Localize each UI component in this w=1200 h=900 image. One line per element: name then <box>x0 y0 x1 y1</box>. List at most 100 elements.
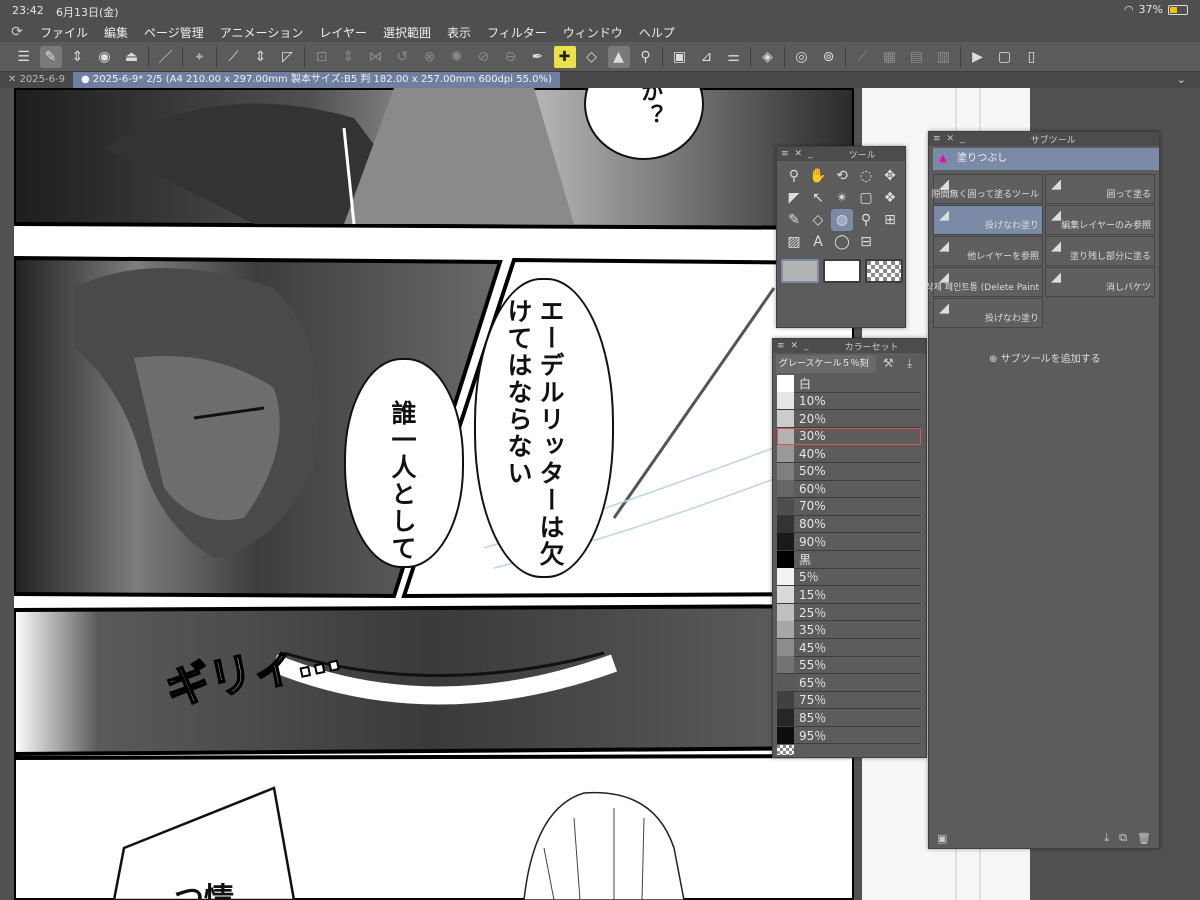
menu-icon[interactable]: ≡ <box>933 134 941 144</box>
color-row[interactable]: 10% <box>777 392 921 411</box>
balloon-tool-icon[interactable]: ◯ <box>831 231 853 253</box>
color-set-select[interactable]: グレースケール５％刻み <box>776 355 876 387</box>
pattern-icon[interactable]: ❖ <box>879 187 901 209</box>
flip-icon[interactable]: ⋈ <box>365 46 387 68</box>
color-row[interactable]: 白 <box>777 374 921 393</box>
updown-icon[interactable]: ⇕ <box>338 46 360 68</box>
menu-file[interactable]: ファイル <box>34 24 98 41</box>
color-row[interactable]: 15％ <box>777 585 921 604</box>
color-row[interactable]: 50% <box>777 462 921 481</box>
menu-icon[interactable]: ≡ <box>777 341 785 351</box>
sub-tool-item[interactable]: ◢ 삭제 페인트통 (Delete Paint <box>925 267 1043 297</box>
zoom-icon[interactable]: ⚲ <box>783 165 805 187</box>
main-color-swatch[interactable] <box>781 259 819 283</box>
transparent-color-swatch[interactable] <box>865 259 903 283</box>
wrench-icon[interactable]: ⚒ <box>883 356 894 370</box>
settings-icon[interactable]: ▣ <box>937 832 947 845</box>
gradient-tool-icon[interactable]: ▨ <box>783 231 805 253</box>
move-icon[interactable]: ✥ <box>879 165 901 187</box>
sub-tool-item[interactable]: ◢ 投げなわ塗り <box>933 205 1043 235</box>
sub-tool-item[interactable]: ◢ 投げなわ塗り <box>933 298 1043 328</box>
color-row[interactable]: 95％ <box>777 726 921 745</box>
color-row[interactable]: 75％ <box>777 691 921 710</box>
transparent-chip[interactable] <box>777 745 794 755</box>
quick-access-icon[interactable]: ◎ <box>791 46 813 68</box>
menu-filter[interactable]: フィルター <box>481 24 557 41</box>
pen-tool-icon[interactable]: ✎ <box>783 209 805 231</box>
color-row[interactable]: 55％ <box>777 656 921 675</box>
sub-color-swatch[interactable] <box>823 259 861 283</box>
fill-selection-icon[interactable]: ✚ <box>553 45 576 68</box>
duplicate-icon[interactable]: ⧉ <box>1119 831 1127 845</box>
brush-icon[interactable]: ／ <box>155 46 177 68</box>
minimize-icon[interactable]: _ <box>804 341 809 351</box>
color-row[interactable]: 85％ <box>777 709 921 727</box>
tab-document-2[interactable]: ● 2025-6-9* 2/5 (A4 210.00 x 297.00mm 製本… <box>72 72 560 88</box>
tab-document-1[interactable]: ✕ 2025-6-9 <box>0 72 73 88</box>
link-icon[interactable]: ⊘ <box>473 46 495 68</box>
updown-icon[interactable]: ⇕ <box>67 46 89 68</box>
triangle-icon[interactable]: ◸ <box>277 46 299 68</box>
text-tool-icon[interactable]: A <box>807 231 829 253</box>
sub-tool-item[interactable]: ◢ 隙間無く囲って塗るツール <box>932 174 1043 204</box>
rect-select-icon[interactable]: ▢ <box>855 187 877 209</box>
eyedropper-icon[interactable]: ⚲ <box>635 46 657 68</box>
rotate-view-icon[interactable]: ⟲ <box>831 165 853 187</box>
operation-icon[interactable]: ◤ <box>783 187 805 209</box>
close-icon[interactable]: ✕ <box>791 341 799 351</box>
close-icon[interactable]: ✕ <box>947 134 955 144</box>
window-icon[interactable]: ▢ <box>994 46 1016 68</box>
color-row[interactable]: 60％ <box>777 480 921 499</box>
menu-view[interactable]: 表示 <box>441 24 481 41</box>
assets-icon[interactable]: ⊚ <box>818 46 840 68</box>
edit-mode-icon[interactable]: ✎ <box>39 45 62 68</box>
eraser-icon[interactable]: ◇ <box>581 46 603 68</box>
menu-help[interactable]: ヘルプ <box>633 24 685 41</box>
color-row[interactable]: 90％ <box>777 533 921 551</box>
frame2-icon[interactable]: ▤ <box>906 46 928 68</box>
object-select-icon[interactable]: ↖ <box>807 187 829 209</box>
import-icon[interactable]: ⤓ <box>907 356 912 371</box>
trash-icon[interactable]: 🗑 <box>1137 832 1151 845</box>
color-row[interactable]: 5％ <box>777 568 921 587</box>
clear-icon[interactable]: ⊖ <box>500 46 522 68</box>
transform-icon[interactable]: ⟋ <box>223 46 245 68</box>
color-row[interactable]: 30% <box>777 427 921 446</box>
import-icon[interactable]: ⤓ <box>1104 831 1109 845</box>
paint-bucket-icon[interactable]: ▲ <box>607 45 630 68</box>
record-icon[interactable]: ◉ <box>94 46 116 68</box>
loading-icon[interactable]: ✺ <box>446 46 468 68</box>
pen-icon[interactable]: ✒ <box>527 46 549 68</box>
menu-window[interactable]: ウィンドウ <box>557 24 633 41</box>
pen-disabled-icon[interactable]: ⟋ <box>852 46 874 68</box>
device-icon[interactable]: ▯ <box>1021 46 1043 68</box>
app-logo-icon[interactable]: ⟳ <box>0 24 34 40</box>
frame-icon[interactable]: ▦ <box>879 46 901 68</box>
sub-tool-item[interactable]: ◢ 囲って塗る <box>1045 174 1155 204</box>
ruler-tool-icon[interactable]: ⊞ <box>879 209 901 231</box>
auto-select-icon[interactable]: ✴ <box>831 187 853 209</box>
color-row[interactable]: 70% <box>777 497 921 516</box>
eraser-tool-icon[interactable]: ◇ <box>807 209 829 231</box>
reset-icon[interactable]: ⊗ <box>419 46 441 68</box>
color-row[interactable]: 35％ <box>777 621 921 639</box>
timeline-icon[interactable]: ▶ <box>967 46 989 68</box>
hand-icon[interactable]: ✋ <box>807 165 829 187</box>
color-row[interactable]: 45％ <box>777 638 921 657</box>
add-sub-tool-button[interactable]: ⊕ サブツールを追加する <box>989 350 1101 365</box>
select-cursor-icon[interactable]: ⌖ <box>189 46 211 68</box>
sub-tool-item[interactable]: ◢ 塗り残し部分に塗る <box>1045 236 1155 266</box>
sub-tool-item[interactable]: ◢ 消しバケツ <box>1045 267 1155 297</box>
lasso-select-icon[interactable]: ◌ <box>855 165 877 187</box>
tray-icon[interactable]: ⏏ <box>121 46 143 68</box>
menu-selection[interactable]: 選択範囲 <box>377 24 441 41</box>
manga-page[interactable]: か？ エーデルリッターは欠けてはならない 誰一人として ギリィ… つ情 <box>12 88 856 900</box>
updown-icon[interactable]: ⇕ <box>250 46 272 68</box>
menu-edit[interactable]: 編集 <box>98 24 138 41</box>
color-row[interactable]: 20％ <box>777 409 921 428</box>
chevron-down-icon[interactable]: ⌄ <box>1177 73 1186 86</box>
close-icon[interactable]: ✕ <box>795 149 803 159</box>
fill-tool-icon[interactable]: ◍ <box>831 209 853 231</box>
minimize-icon[interactable]: _ <box>960 134 965 144</box>
menu-icon[interactable]: ≡ <box>781 149 789 159</box>
